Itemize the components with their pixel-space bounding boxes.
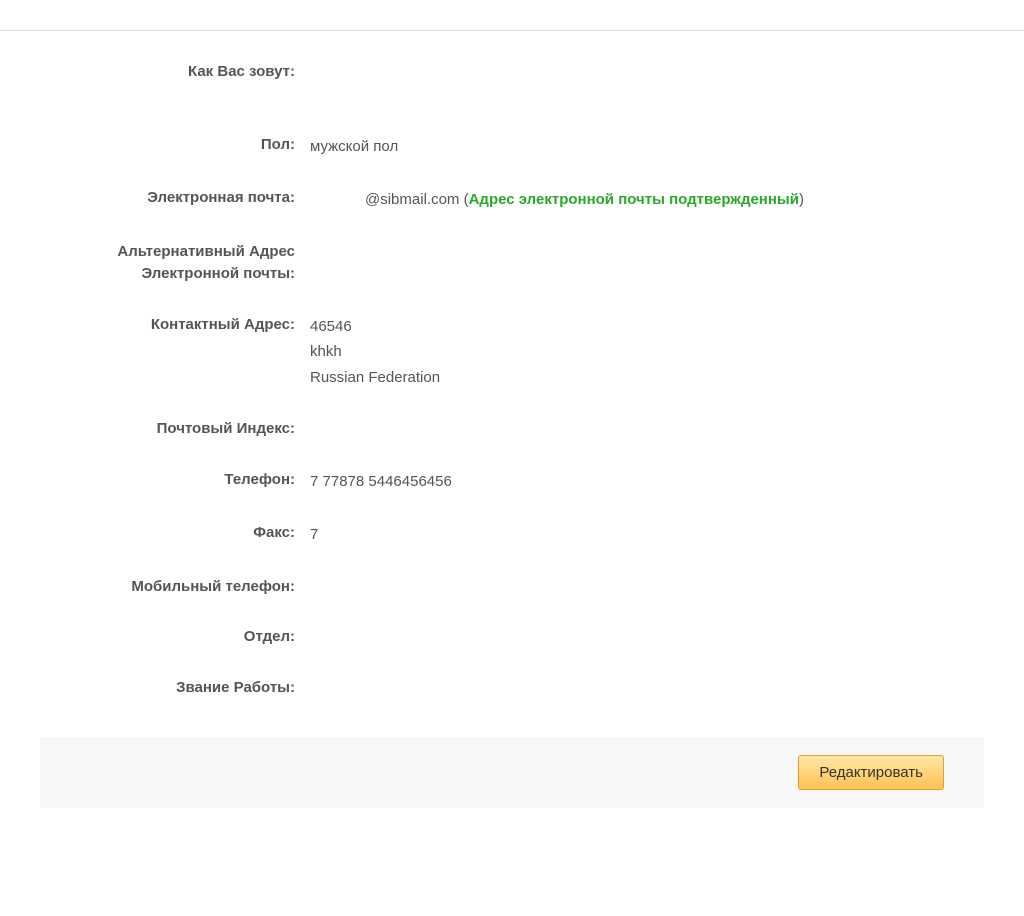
gender-value: мужской пол <box>310 134 984 160</box>
phone-value: 7 77878 5446456456 <box>310 469 984 495</box>
edit-button[interactable]: Редактировать <box>798 755 944 790</box>
action-footer: Редактировать <box>40 737 984 808</box>
email-paren-close: ) <box>799 191 804 208</box>
name-label: Как Вас зовут: <box>40 61 310 84</box>
profile-row-mobile: Мобильный телефон: <box>40 576 984 599</box>
address-label: Контактный Адрес: <box>40 314 310 337</box>
profile-row-name: Как Вас зовут: <box>40 61 984 84</box>
gender-label: Пол: <box>40 134 310 157</box>
email-paren-open: ( <box>459 191 468 208</box>
postal-label: Почтовый Индекс: <box>40 418 310 441</box>
email-address: @sibmail.com <box>365 191 459 208</box>
fax-value: 7 <box>310 522 984 548</box>
phone-label: Телефон: <box>40 469 310 492</box>
job-title-label: Звание Работы: <box>40 677 310 700</box>
profile-row-email: Электронная почта: @sibmail.com (Адрес э… <box>40 187 984 213</box>
profile-row-department: Отдел: <box>40 626 984 649</box>
email-label: Электронная почта: <box>40 187 310 210</box>
profile-row-gender: Пол: мужской пол <box>40 134 984 160</box>
profile-row-postal: Почтовый Индекс: <box>40 418 984 441</box>
profile-row-fax: Факс: 7 <box>40 522 984 548</box>
profile-row-address: Контактный Адрес: 46546 khkh Russian Fed… <box>40 314 984 391</box>
email-verified-status: Адрес электронной почты подтвержденный <box>469 191 799 208</box>
mobile-label: Мобильный телефон: <box>40 576 310 599</box>
profile-row-alt-email: Альтернативный Адрес Электронной почты: <box>40 241 984 286</box>
alt-email-label: Альтернативный Адрес Электронной почты: <box>40 241 310 286</box>
department-label: Отдел: <box>40 626 310 649</box>
profile-details: Как Вас зовут: Пол: мужской пол Электрон… <box>0 31 1024 737</box>
address-value: 46546 khkh Russian Federation <box>310 314 984 391</box>
profile-row-phone: Телефон: 7 77878 5446456456 <box>40 469 984 495</box>
profile-row-job-title: Звание Работы: <box>40 677 984 700</box>
fax-label: Факс: <box>40 522 310 545</box>
email-value-container: @sibmail.com (Адрес электронной почты по… <box>310 187 984 213</box>
